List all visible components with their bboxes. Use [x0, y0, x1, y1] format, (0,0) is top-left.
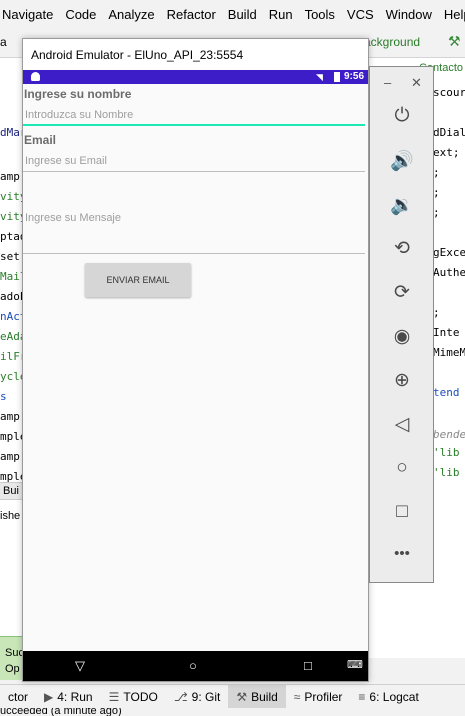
toolbar-item-build[interactable]: ⚒ Build	[228, 684, 286, 709]
toolbar-label: TODO	[123, 689, 158, 704]
run-icon: ▶	[44, 689, 54, 704]
code-fragment: amp	[0, 410, 20, 423]
code-fragment: set	[0, 250, 20, 263]
more-icon[interactable]: •••	[378, 545, 426, 562]
send-email-button[interactable]: ENVIAR EMAIL	[85, 263, 191, 297]
overview-icon[interactable]: □	[378, 501, 426, 523]
code-fragment: s	[0, 390, 7, 403]
run-panel-label: Bui	[3, 485, 19, 497]
home-icon[interactable]: ○	[378, 457, 426, 479]
email-input[interactable]: Ingrese su Email	[23, 155, 365, 172]
code-fragment: scour	[433, 86, 465, 99]
todo-icon: ☰	[108, 689, 120, 704]
toolbar-label: 9: Git	[191, 689, 221, 704]
emulator-window: Android Emulator - ElUno_API_23:5554 ◥ 9…	[22, 38, 369, 682]
code-fragment: dDial	[433, 126, 465, 139]
keyboard-icon[interactable]: ⌨	[347, 658, 363, 671]
code-fragment: Inte	[433, 326, 460, 339]
toolbar-item-git[interactable]: ⎇ 9: Git	[166, 685, 229, 709]
android-status-bar: ◥ 9:56	[23, 70, 368, 84]
git-icon: ⎇	[173, 689, 188, 704]
email-label: Email	[24, 133, 57, 147]
menu-analyze[interactable]: Analyze	[102, 7, 160, 22]
code-fragment: bende	[433, 428, 465, 441]
run-output-text: ishe	[0, 510, 21, 522]
message-placeholder: Ingrese su Mensaje	[25, 212, 121, 224]
zoom-icon[interactable]: ⊕	[378, 369, 426, 392]
code-fragment: ext;	[433, 146, 460, 159]
emulator-title: Android Emulator - ElUno_API_23:5554	[23, 39, 368, 70]
background-tab[interactable]: ackground	[364, 35, 420, 49]
toolbar-item-logcat[interactable]: ≡ 6: Logcat	[350, 685, 426, 709]
code-fragment: tend	[433, 386, 460, 399]
overview-nav-icon[interactable]: □	[304, 658, 312, 673]
home-nav-icon[interactable]: ○	[189, 658, 197, 673]
toolbar-item-todo[interactable]: ☰ TODO	[101, 685, 166, 709]
ide-menu-bar: Navigate Code Analyze Refactor Build Run…	[0, 0, 465, 28]
toolbar-item-profiler[interactable]: ≈ Profiler	[286, 685, 351, 709]
android-navigation-bar: ▽ ○ □ ⌨	[23, 651, 368, 681]
menu-run[interactable]: Run	[263, 7, 299, 22]
name-placeholder: Introduzca su Nombre	[25, 109, 134, 121]
code-fragment: 'lib	[433, 466, 460, 479]
back-icon[interactable]: ◁	[378, 413, 426, 436]
status-text: ucceeded (a minute ago)	[0, 708, 122, 716]
minimize-icon[interactable]: –	[384, 75, 391, 90]
toolbar-label: Profiler	[304, 689, 343, 704]
rotate-right-icon[interactable]: ⟳	[378, 281, 426, 304]
menu-refactor[interactable]: Refactor	[161, 7, 222, 22]
breadcrumb[interactable]: a	[0, 35, 7, 49]
code-fragment: 'lib	[433, 446, 460, 459]
profiler-icon: ≈	[293, 689, 301, 704]
code-fragment: amp	[0, 450, 20, 463]
toolbar-item-run[interactable]: ▶ 4: Run	[36, 685, 101, 709]
build-icon: ⚒	[236, 689, 248, 704]
menu-code[interactable]: Code	[59, 7, 102, 22]
toolbar-label: 4: Run	[57, 689, 93, 704]
menu-tools[interactable]: Tools	[299, 7, 341, 22]
ide-tool-window-bar: ctor ▶ 4: Run ☰ TODO ⎇ 9: Git ⚒ Build ≈ Profi…	[0, 684, 465, 709]
toolbar-label: Build	[251, 689, 278, 704]
email-placeholder: Ingrese su Email	[25, 155, 107, 167]
toolbar-item-structure[interactable]: ctor	[0, 685, 36, 709]
run-panel-tab[interactable]: Bui	[0, 482, 22, 500]
ide-status-bar: ucceeded (a minute ago)	[0, 708, 465, 716]
code-fragment: MimeM	[433, 346, 465, 359]
toolbar-label: ctor	[8, 689, 29, 704]
volume-up-icon[interactable]: 🔊	[378, 149, 426, 173]
name-input[interactable]: Introduzca su Nombre	[23, 109, 365, 126]
editor-left-fragments: dMar amp vityA vityM ptad set Mail adoP …	[0, 58, 33, 498]
status-time: 9:56	[344, 71, 365, 82]
success-notification[interactable]: Suc Op	[0, 636, 24, 680]
power-icon[interactable]: ⏻	[378, 105, 426, 127]
emulator-controls-panel: – ✕ ⏻ 🔊 🔉 ⟲ ⟳ ◉ ⊕ ◁ ○ □ •••	[369, 66, 434, 583]
hammer-icon[interactable]: ⚒	[448, 33, 461, 50]
logcat-icon: ≡	[358, 689, 366, 704]
android-robot-icon	[31, 72, 40, 81]
menu-window[interactable]: Window	[380, 7, 438, 22]
volume-down-icon[interactable]: 🔉	[378, 193, 426, 217]
camera-icon[interactable]: ◉	[378, 325, 426, 348]
code-fragment: amp	[0, 170, 20, 183]
menu-vcs[interactable]: VCS	[341, 7, 380, 22]
close-icon[interactable]: ✕	[411, 75, 422, 91]
menu-build[interactable]: Build	[222, 7, 263, 22]
toolbar-label: 6: Logcat	[369, 689, 419, 704]
message-input[interactable]: Ingrese su Mensaje	[23, 212, 365, 254]
menu-navigate[interactable]: Navigate	[0, 7, 59, 22]
success-line-1: Suc	[5, 647, 24, 659]
name-label: Ingrese su nombre	[24, 87, 132, 101]
code-fragment: Authe	[433, 266, 465, 279]
menu-help[interactable]: Help	[438, 7, 465, 22]
email-form-screen: Ingrese su nombre Introduzca su Nombre E…	[23, 84, 368, 651]
battery-icon	[334, 72, 340, 82]
signal-icon: ◥	[316, 72, 323, 82]
back-nav-icon[interactable]: ▽	[75, 658, 85, 674]
editor-right-fragments: scour dDial ext; ; ; ; gExce Authe ; Int…	[433, 58, 465, 498]
rotate-left-icon[interactable]: ⟲	[378, 237, 426, 260]
success-line-2: Op	[5, 663, 20, 675]
code-fragment: gExce	[433, 246, 465, 259]
